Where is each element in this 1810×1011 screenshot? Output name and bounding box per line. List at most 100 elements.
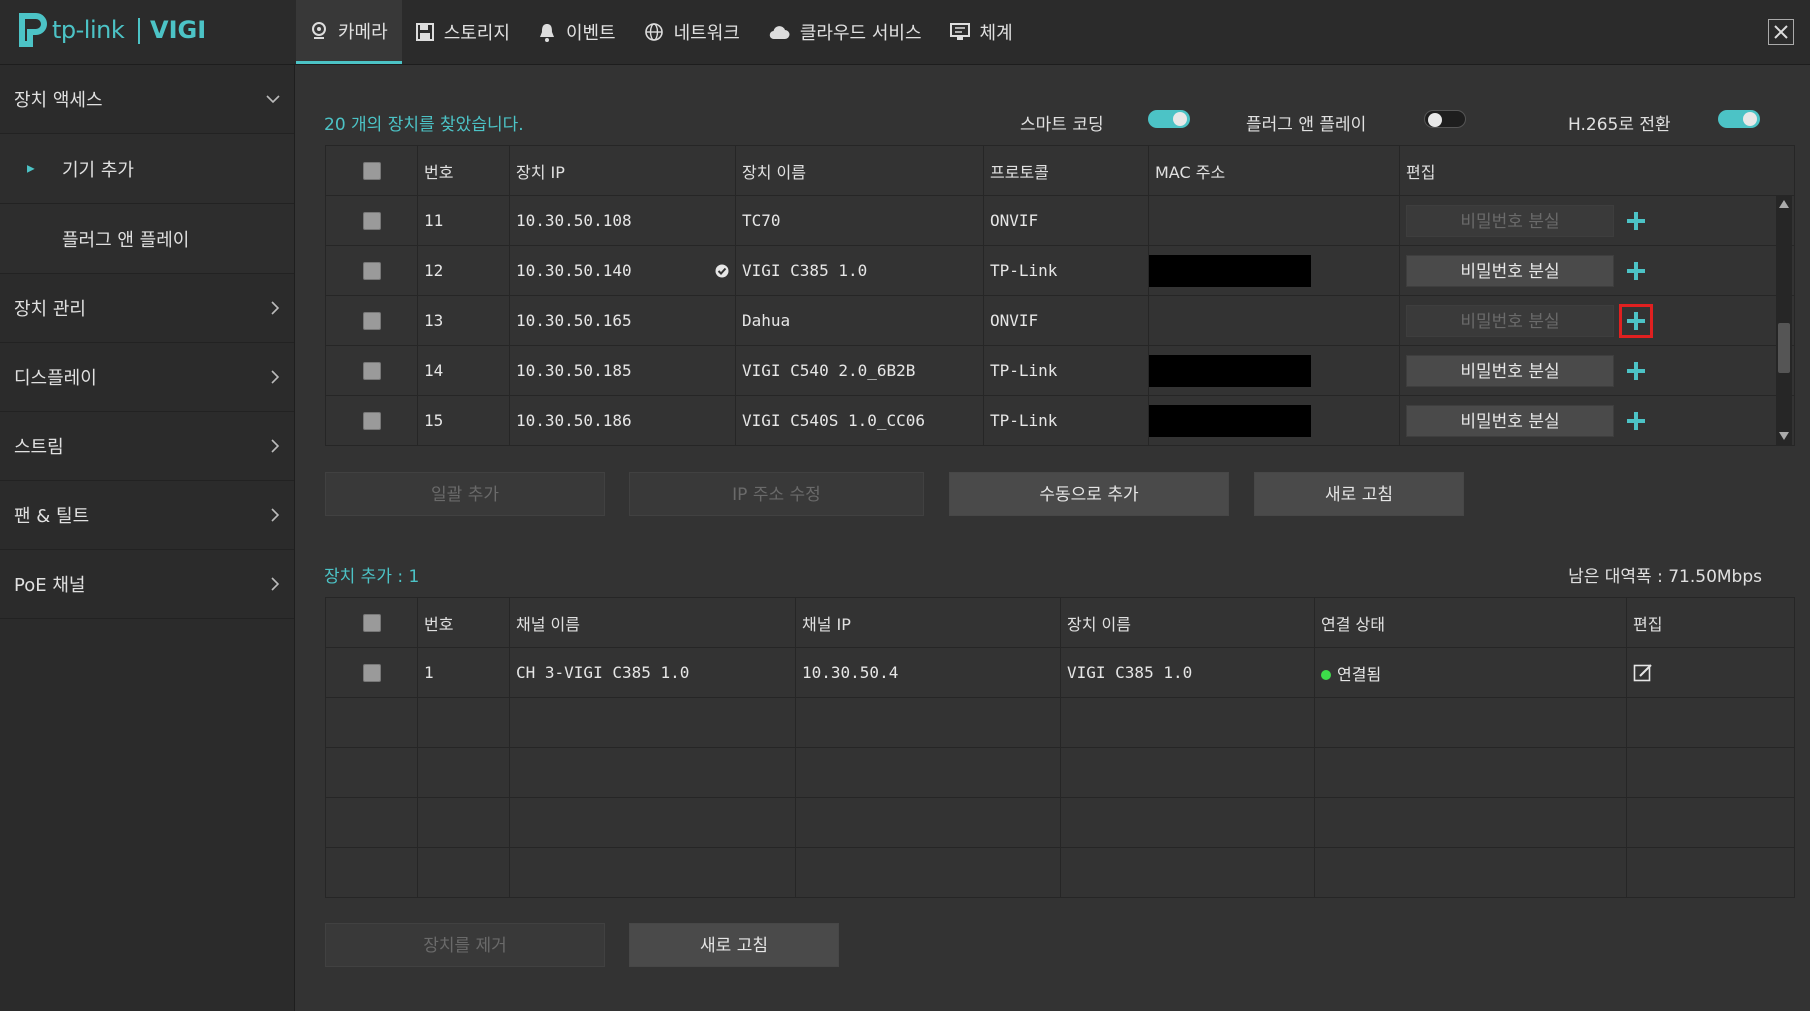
select-all-checkbox[interactable]: [362, 613, 381, 632]
tab-label: 체계: [979, 23, 1013, 44]
channel-ip: 10.30.50.4: [795, 647, 1061, 698]
table-scrollbar[interactable]: [1776, 195, 1792, 445]
tab-label: 스토리지: [443, 23, 510, 44]
batch-add-button[interactable]: 일괄 추가: [325, 472, 605, 516]
add-plus-icon[interactable]: [1619, 303, 1653, 338]
chevron-right-icon: [271, 577, 280, 591]
scroll-thumb[interactable]: [1778, 323, 1790, 373]
sidebar-item-poe-channel[interactable]: PoE 채널: [0, 550, 294, 619]
save-icon: [415, 23, 434, 41]
sidebar-item-device-management[interactable]: 장치 관리: [0, 274, 294, 343]
connection-status: 연결됨: [1314, 647, 1627, 698]
chevron-right-icon: [271, 301, 280, 315]
refresh-devices-button[interactable]: 새로 고침: [1254, 472, 1464, 516]
scroll-down-arrow-icon[interactable]: [1776, 429, 1792, 443]
device-ip: 10.30.50.108: [509, 195, 736, 246]
edit-cell: 비밀번호 분실: [1399, 295, 1795, 346]
forgot-password-button[interactable]: 비밀번호 분실: [1406, 404, 1614, 437]
table-row: 11 10.30.50.108 TC70 ONVIF 비밀번호 분실: [325, 195, 1795, 246]
sidebar-item-display[interactable]: 디스플레이: [0, 343, 294, 412]
table-row: [325, 847, 1795, 898]
table-row: 12 10.30.50.140 VIGI C385 1.0 TP-Link 비밀…: [325, 245, 1795, 296]
select-all-checkbox[interactable]: [362, 161, 381, 180]
smart-coding-toggle[interactable]: [1148, 110, 1190, 128]
forgot-password-button[interactable]: 비밀번호 분실: [1406, 254, 1614, 287]
remove-device-button[interactable]: 장치를 제거: [325, 923, 605, 967]
protocol: ONVIF: [983, 295, 1149, 346]
add-plus-icon[interactable]: [1626, 261, 1646, 281]
close-button[interactable]: [1768, 19, 1794, 45]
tab-label: 네트워크: [673, 23, 740, 44]
column-header: 연결 상태: [1314, 597, 1627, 648]
tab-camera[interactable]: 카메라: [296, 0, 402, 64]
add-plus-icon[interactable]: [1626, 211, 1646, 231]
table-row: 1 CH 3-VIGI C385 1.0 10.30.50.4 VIGI C38…: [325, 647, 1795, 698]
globe-icon: [644, 23, 663, 41]
row-checkbox[interactable]: [362, 411, 381, 430]
sidebar-item-pan-tilt[interactable]: 팬 & 틸트: [0, 481, 294, 550]
tab-storage[interactable]: 스토리지: [402, 0, 524, 64]
refresh-added-button[interactable]: 새로 고침: [629, 923, 839, 967]
h265-label: H.265로 전환: [1568, 115, 1671, 135]
sidebar-item-plug-and-play[interactable]: 플러그 앤 플레이: [0, 204, 294, 274]
device-ip: 10.30.50.186: [509, 395, 736, 446]
tp-link-vigi-logo: tp-link VIGI: [14, 12, 294, 52]
scroll-up-arrow-icon[interactable]: [1776, 197, 1792, 211]
tab-cloud[interactable]: 클라우드 서비스: [754, 0, 936, 64]
tab-network[interactable]: 네트워크: [630, 0, 754, 64]
column-header: 프로토콜: [983, 145, 1149, 196]
chevron-right-icon: [271, 370, 280, 384]
sidebar-item-add-device[interactable]: ▶ 기기 추가: [0, 134, 294, 204]
row-number: 11: [417, 195, 510, 246]
redacted-mac: [1149, 254, 1311, 287]
device-name: VIGI C385 1.0: [1060, 647, 1315, 698]
h265-toggle[interactable]: [1718, 110, 1760, 128]
added-devices-title: 장치 추가 : 1: [324, 567, 420, 587]
bell-icon: [539, 24, 554, 42]
plug-and-play-toggle[interactable]: [1424, 110, 1466, 128]
chevron-right-icon: [271, 439, 280, 453]
forgot-password-button[interactable]: 비밀번호 분실: [1406, 204, 1614, 237]
row-checkbox[interactable]: [362, 211, 381, 230]
active-bullet-icon: ▶: [27, 163, 35, 174]
manual-add-button[interactable]: 수동으로 추가: [949, 472, 1229, 516]
tab-event[interactable]: 이벤트: [524, 0, 630, 64]
monitor-icon: [949, 23, 970, 40]
mac-address: [1148, 245, 1400, 296]
redacted-mac: [1149, 404, 1311, 437]
sidebar-item-stream[interactable]: 스트림: [0, 412, 294, 481]
row-checkbox[interactable]: [362, 361, 381, 380]
verified-check-icon: [715, 264, 729, 278]
edit-ip-button[interactable]: IP 주소 수정: [629, 472, 924, 516]
plug-and-play-label: 플러그 앤 플레이: [1246, 115, 1367, 135]
brand-name: tp-link: [52, 16, 125, 44]
row-number: 13: [417, 295, 510, 346]
status-online-dot-icon: [1321, 670, 1331, 680]
logo-separator: [138, 18, 140, 44]
tab-label: 카메라: [338, 21, 388, 43]
edit-cell: 비밀번호 분실: [1399, 195, 1795, 246]
edit-cell: 비밀번호 분실: [1399, 345, 1795, 396]
row-checkbox[interactable]: [362, 663, 381, 682]
row-number: 1: [417, 647, 510, 698]
forgot-password-button[interactable]: 비밀번호 분실: [1406, 304, 1614, 337]
device-name: VIGI C540 2.0_6B2B: [735, 345, 984, 396]
row-number: 12: [417, 245, 510, 296]
table-header-row: 번호 장치 IP 장치 이름 프로토콜 MAC 주소 편집: [325, 145, 1795, 196]
edit-icon[interactable]: [1633, 663, 1653, 683]
cloud-icon: [769, 26, 790, 40]
add-plus-icon[interactable]: [1626, 361, 1646, 381]
redacted-mac: [1149, 354, 1311, 387]
tab-system[interactable]: 체계: [936, 0, 1027, 64]
toggle-knob: [1173, 112, 1187, 126]
table-header-row: 번호 채널 이름 채널 IP 장치 이름 연결 상태 편집: [325, 597, 1795, 648]
sidebar: 장치 액세스 ▶ 기기 추가 플러그 앤 플레이 장치 관리 디스플레이 스트림…: [0, 65, 295, 1011]
add-plus-icon[interactable]: [1626, 411, 1646, 431]
device-ip: 10.30.50.165: [509, 295, 736, 346]
sidebar-item-device-access[interactable]: 장치 액세스: [0, 65, 294, 134]
row-checkbox[interactable]: [362, 311, 381, 330]
tab-label: 이벤트: [565, 23, 616, 44]
toggle-knob: [1743, 112, 1757, 126]
row-checkbox[interactable]: [362, 261, 381, 280]
forgot-password-button[interactable]: 비밀번호 분실: [1406, 354, 1614, 387]
